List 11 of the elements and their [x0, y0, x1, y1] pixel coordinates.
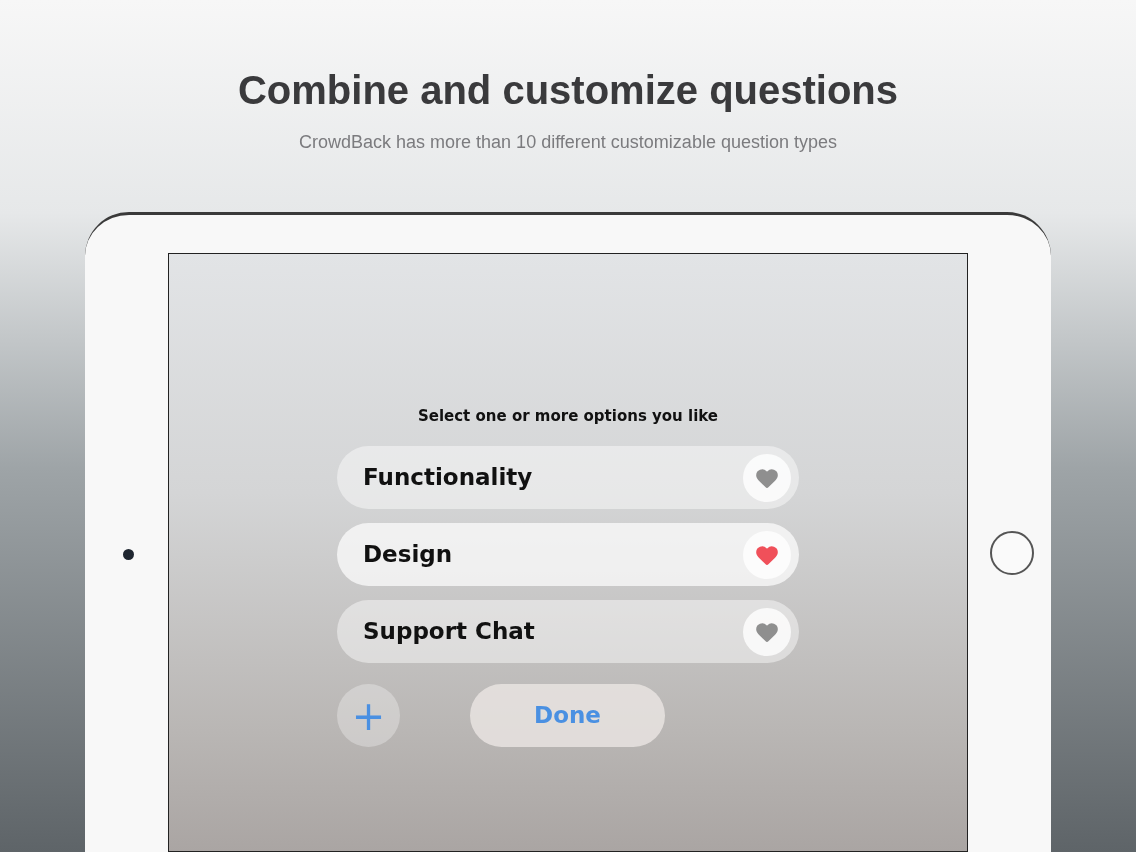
- question-prompt: Select one or more options you like: [417, 406, 719, 427]
- option-label: Support Chat: [363, 617, 535, 647]
- option-row[interactable]: Functionality: [337, 446, 799, 509]
- option-row[interactable]: Design: [337, 523, 799, 586]
- headline: Combine and customize questions: [237, 67, 899, 114]
- home-button[interactable]: [990, 531, 1034, 575]
- option-label: Functionality: [363, 463, 533, 493]
- subheadline: CrowdBack has more than 10 different customizable question types: [299, 131, 837, 154]
- option-row[interactable]: Support Chat: [337, 600, 799, 663]
- camera-icon: [123, 549, 134, 560]
- option-label: Design: [363, 540, 453, 570]
